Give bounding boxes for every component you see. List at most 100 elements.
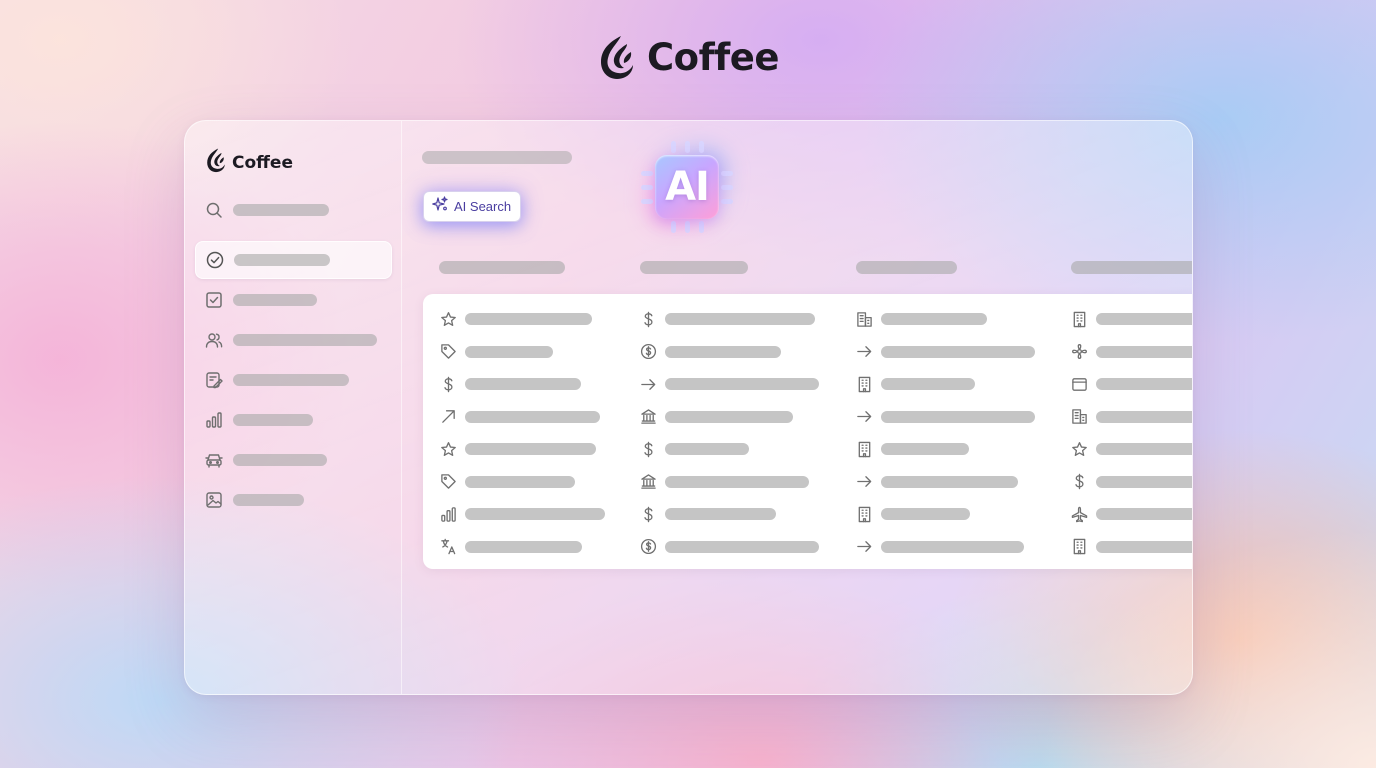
sidebar-brand: Coffee [205, 147, 293, 178]
bank-icon [639, 473, 657, 491]
cell-placeholder-bar [665, 443, 749, 455]
cell-placeholder-bar [1096, 313, 1192, 325]
check-circle-icon [206, 251, 224, 269]
table-cell[interactable] [855, 343, 1035, 361]
cell-placeholder-bar [1096, 410, 1192, 423]
arrow-right-icon [855, 473, 873, 491]
dollar-circle-icon [639, 538, 657, 556]
table-cell[interactable] [855, 408, 1035, 426]
cell-placeholder-bar [881, 410, 1035, 423]
sidebar-item-4[interactable] [195, 362, 390, 398]
translate-icon [439, 538, 457, 556]
cell-placeholder-bar [1096, 378, 1192, 390]
table-cell[interactable] [1070, 375, 1192, 393]
dollar-icon [439, 375, 457, 393]
table-cell[interactable] [639, 505, 776, 523]
sidebar-item-1[interactable] [195, 241, 392, 279]
sidebar-item-6[interactable] [195, 442, 390, 478]
cell-placeholder-bar [465, 410, 600, 423]
table-cell[interactable] [639, 538, 819, 556]
ai-search-label: AI Search [454, 199, 512, 214]
buildings-icon [1070, 408, 1088, 426]
cell-placeholder-bar [881, 443, 969, 455]
cell-placeholder-bar [1096, 475, 1192, 488]
table-cell[interactable] [855, 375, 975, 393]
column-header-1[interactable] [439, 261, 565, 274]
browser-icon [1070, 375, 1088, 393]
table-cell[interactable] [439, 408, 600, 426]
cell-placeholder-bar [465, 443, 596, 455]
table-cell[interactable] [855, 440, 969, 458]
table-cell[interactable] [1070, 310, 1192, 328]
sidebar-item-7[interactable] [195, 482, 390, 518]
cell-placeholder-bar [1096, 443, 1192, 455]
table-cell[interactable] [855, 505, 970, 523]
cell-placeholder-bar [465, 345, 553, 358]
ai-search-button[interactable]: AI Search [423, 191, 522, 222]
app-window: Coffee AI Search AI [184, 120, 1193, 695]
dollar-circle-icon [639, 343, 657, 361]
table-cell[interactable] [639, 473, 809, 491]
column-header-2[interactable] [640, 261, 748, 274]
building-icon [855, 440, 873, 458]
sidebar-item-2[interactable] [195, 282, 390, 318]
arrow-right-icon [855, 408, 873, 426]
dollar-icon [639, 440, 657, 458]
tag-icon [439, 343, 457, 361]
table-cell[interactable] [1070, 538, 1192, 556]
ai-chip-text: AI [665, 164, 710, 210]
table-cell[interactable] [439, 375, 581, 393]
table-cell[interactable] [1070, 440, 1192, 458]
dollar-icon [1070, 473, 1088, 491]
search-icon [205, 201, 223, 219]
column-header-3[interactable] [856, 261, 957, 274]
cell-placeholder-bar [1096, 345, 1192, 358]
table-cell[interactable] [439, 505, 605, 523]
sidebar-item-3[interactable] [195, 322, 390, 358]
table-cell[interactable] [639, 343, 781, 361]
table-cell[interactable] [439, 538, 582, 556]
top-brand: Coffee [0, 34, 1376, 80]
building-icon [855, 375, 873, 393]
sidebar-label-bar [233, 494, 304, 506]
column-header-4[interactable] [1071, 261, 1192, 274]
buildings-icon [855, 310, 873, 328]
table-cell[interactable] [639, 375, 819, 393]
cell-placeholder-bar [465, 475, 575, 488]
cell-placeholder-bar [465, 313, 592, 325]
sidebar-search[interactable] [195, 192, 390, 228]
table-cell[interactable] [639, 408, 793, 426]
cell-placeholder-bar [665, 540, 819, 553]
table-cell[interactable] [855, 473, 1018, 491]
cell-placeholder-bar [465, 540, 582, 553]
sidebar-brand-name: Coffee [232, 152, 293, 173]
cell-placeholder-bar [881, 345, 1035, 358]
table-cell[interactable] [855, 538, 1024, 556]
table-cell[interactable] [1070, 343, 1192, 361]
star-icon [439, 310, 457, 328]
table-cell[interactable] [855, 310, 987, 328]
table-cell[interactable] [1070, 408, 1192, 426]
sidebar-item-5[interactable] [195, 402, 390, 438]
cell-placeholder-bar [1096, 508, 1192, 520]
cell-placeholder-bar [881, 378, 975, 390]
building-icon [1070, 538, 1088, 556]
table-cell[interactable] [1070, 473, 1192, 491]
table-cell[interactable] [1070, 505, 1192, 523]
brand-name: Coffee [647, 35, 779, 79]
table-cell[interactable] [439, 343, 553, 361]
results-table [423, 294, 1192, 569]
cell-placeholder-bar [665, 475, 809, 488]
table-cell[interactable] [439, 310, 592, 328]
sidebar-label-bar [234, 254, 330, 266]
table-cell[interactable] [439, 473, 575, 491]
table-cell[interactable] [639, 310, 815, 328]
sidebar-label-bar [233, 294, 317, 306]
cell-placeholder-bar [1096, 540, 1192, 553]
cell-placeholder-bar [665, 410, 793, 423]
ai-chip-body: AI [655, 155, 719, 219]
cell-placeholder-bar [665, 508, 776, 520]
table-cell[interactable] [439, 440, 596, 458]
dollar-icon [639, 310, 657, 328]
table-cell[interactable] [639, 440, 749, 458]
